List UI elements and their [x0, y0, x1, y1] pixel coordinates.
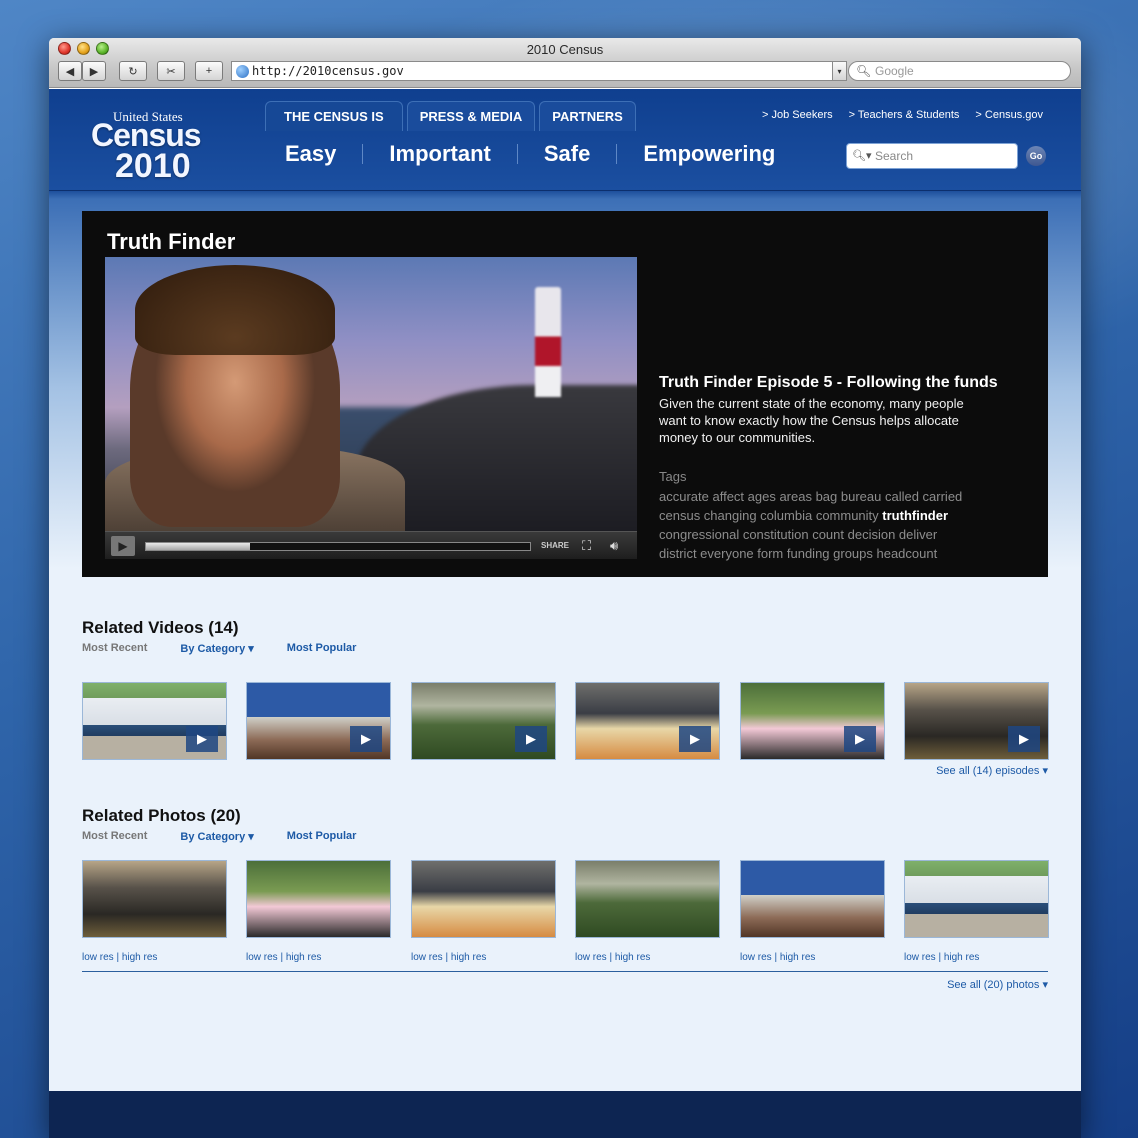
subnav-important[interactable]: Important: [363, 141, 516, 167]
forward-button[interactable]: ▶: [82, 61, 106, 81]
back-button[interactable]: ◀: [58, 61, 82, 81]
logo-year: 2010: [115, 147, 191, 185]
photo-thumbnail[interactable]: [740, 860, 885, 938]
google-search-field[interactable]: 🔍︎ Google: [848, 61, 1071, 81]
address-dropdown-button[interactable]: ▾: [833, 61, 847, 81]
google-search-placeholder: Google: [875, 64, 914, 78]
subnav-easy[interactable]: Easy: [285, 141, 362, 167]
video-thumbnail[interactable]: ▶: [904, 682, 1049, 760]
filter-by-category[interactable]: By Category ▾: [180, 830, 253, 843]
video-player-frame[interactable]: [105, 257, 637, 531]
add-bookmark-button[interactable]: +: [195, 61, 223, 81]
link-census-gov[interactable]: > Census.gov: [975, 109, 1043, 121]
photo-thumbnail[interactable]: [246, 860, 391, 938]
site-search-placeholder: Search: [875, 149, 914, 163]
video-thumbnail[interactable]: ▶: [411, 682, 556, 760]
go-button[interactable]: Go: [1026, 146, 1046, 166]
tag-line: census changing columbia community truth…: [659, 506, 1009, 525]
web-page: United States Census 2010 THE CENSUS IS …: [49, 89, 1081, 1138]
play-icon: ▶: [515, 726, 547, 752]
related-videos-title: Related Videos (14): [82, 618, 239, 637]
link-teachers-students[interactable]: > Teachers & Students: [849, 109, 960, 121]
share-button[interactable]: SHARE: [541, 541, 569, 550]
filter-most-popular[interactable]: Most Popular: [287, 642, 357, 655]
main-tabs: THE CENSUS IS PRESS & MEDIA PARTNERS: [265, 101, 636, 131]
related-photos-section: Related Photos (20) Most Recent By Categ…: [82, 806, 1049, 1006]
video-thumbnail[interactable]: ▶: [246, 682, 391, 760]
snapback-button[interactable]: ✂: [157, 61, 185, 81]
progress-fill: [146, 543, 250, 550]
photo-res-links[interactable]: low res | high res: [82, 952, 157, 963]
photo-res-links[interactable]: low res | high res: [740, 952, 815, 963]
tag-line[interactable]: congressional constitution count decisio…: [659, 525, 1009, 544]
see-all-photos-link[interactable]: See all (20) photos ▾: [947, 978, 1048, 991]
feature-title: Truth Finder: [107, 229, 236, 254]
tab-the-census-is[interactable]: THE CENSUS IS: [265, 101, 403, 131]
filter-by-category[interactable]: By Category ▾: [180, 642, 253, 655]
video-thumbnail[interactable]: ▶: [740, 682, 885, 760]
video-man-hair: [135, 265, 335, 355]
search-icon: 🔍︎: [856, 64, 872, 78]
photo-res-links[interactable]: low res | high res: [575, 952, 650, 963]
play-icon: ▶: [186, 726, 218, 752]
episode-title: Truth Finder Episode 5 - Following the f…: [659, 374, 998, 391]
filter-most-popular[interactable]: Most Popular: [287, 830, 357, 843]
site-search-input[interactable]: 🔍︎▾ Search: [846, 143, 1018, 169]
video-lighthouse: [535, 287, 561, 397]
tab-press-media[interactable]: PRESS & MEDIA: [406, 101, 536, 131]
photo-thumbnail[interactable]: [82, 860, 227, 938]
play-icon: ▶: [844, 726, 876, 752]
search-icon: 🔍︎▾: [852, 150, 872, 162]
video-thumbnails: ▶ ▶ ▶ ▶ ▶ ▶: [82, 682, 1049, 760]
episode-description: Given the current state of the economy, …: [659, 396, 964, 445]
featured-video-panel: Truth Finder ▶ SHARE ⛶ 🔊︎ Truth Finder E…: [82, 211, 1048, 577]
page-footer-bar: [49, 1091, 1081, 1138]
tag-line[interactable]: accurate affect ages areas bag bureau ca…: [659, 487, 1009, 506]
sub-navigation: Easy Important Safe Empowering: [285, 141, 801, 167]
globe-icon: [236, 65, 249, 78]
utility-links: > Job Seekers > Teachers & Students > Ce…: [762, 109, 1043, 121]
photo-res-links[interactable]: low res | high res: [246, 952, 321, 963]
photo-thumbnail[interactable]: [904, 860, 1049, 938]
tag-highlighted[interactable]: truthfinder: [882, 508, 948, 523]
address-bar[interactable]: http://2010census.gov: [231, 61, 833, 81]
tag-line-part[interactable]: census changing columbia community: [659, 508, 879, 523]
title-bar: 2010 Census ◀ ▶ ↻ ✂ + http://2010census.…: [49, 38, 1081, 88]
photo-thumbnail[interactable]: [575, 860, 720, 938]
related-videos-section: Related Videos (14) Most Recent By Categ…: [82, 618, 1049, 778]
tags-heading: Tags: [659, 469, 687, 484]
photo-res-links[interactable]: low res | high res: [904, 952, 979, 963]
section-divider: [82, 971, 1048, 972]
window-title: 2010 Census: [526, 42, 604, 57]
browser-window: 2010 Census ◀ ▶ ↻ ✂ + http://2010census.…: [49, 38, 1081, 1138]
related-videos-filters: Most Recent By Category ▾ Most Popular: [82, 642, 1048, 655]
video-controls: ▶ SHARE ⛶ 🔊︎: [105, 531, 637, 559]
progress-bar[interactable]: [145, 542, 531, 551]
tag-cloud: accurate affect ages areas bag bureau ca…: [659, 487, 1009, 563]
filter-most-recent[interactable]: Most Recent: [82, 642, 147, 655]
play-icon: ▶: [679, 726, 711, 752]
link-job-seekers[interactable]: > Job Seekers: [762, 109, 833, 121]
tab-partners[interactable]: PARTNERS: [539, 101, 636, 131]
see-all-episodes-link[interactable]: See all (14) episodes ▾: [936, 764, 1048, 777]
play-icon: ▶: [350, 726, 382, 752]
reload-button[interactable]: ↻: [119, 61, 147, 81]
photo-res-links[interactable]: low res | high res: [411, 952, 486, 963]
address-text: http://2010census.gov: [252, 64, 404, 78]
subnav-empowering[interactable]: Empowering: [617, 141, 801, 167]
play-button[interactable]: ▶: [111, 536, 135, 556]
photo-thumbnail[interactable]: [411, 860, 556, 938]
video-thumbnail[interactable]: ▶: [575, 682, 720, 760]
play-icon: ▶: [1008, 726, 1040, 752]
photo-thumbnails: [82, 860, 1049, 938]
related-photos-filters: Most Recent By Category ▾ Most Popular: [82, 830, 1048, 843]
subnav-safe[interactable]: Safe: [518, 141, 616, 167]
video-thumbnail[interactable]: ▶: [82, 682, 227, 760]
volume-icon[interactable]: 🔊︎: [610, 538, 618, 554]
tag-line[interactable]: district everyone form funding groups he…: [659, 544, 1009, 563]
filter-most-recent[interactable]: Most Recent: [82, 830, 147, 843]
fullscreen-icon[interactable]: ⛶: [582, 538, 591, 554]
related-photos-title: Related Photos (20): [82, 806, 241, 825]
site-header: United States Census 2010 THE CENSUS IS …: [49, 89, 1081, 191]
